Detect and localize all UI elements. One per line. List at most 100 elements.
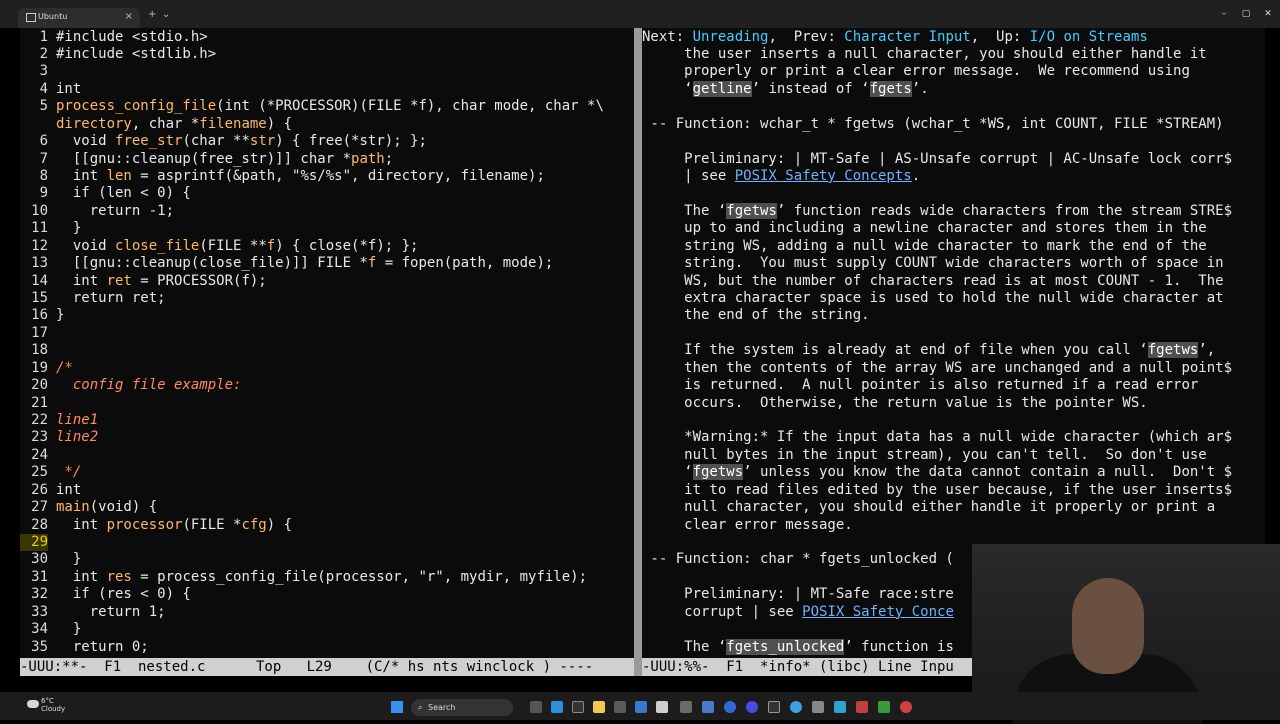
code-text: config file example:: [56, 377, 242, 394]
code-token: line1: [56, 411, 99, 428]
code-text: }: [56, 307, 64, 324]
code-token: directory: [56, 115, 132, 132]
code-token: if (len < 0) {: [56, 185, 191, 202]
app-icon-7[interactable]: [790, 701, 802, 713]
code-text: int len = asprintf(&path, "%s/%s", direc…: [56, 168, 545, 185]
line-number: 3: [39, 63, 48, 80]
info-text: ’.: [911, 80, 929, 97]
search-match: fgets: [869, 80, 912, 97]
code-text: */: [56, 464, 81, 481]
store-icon[interactable]: [635, 701, 647, 713]
info-text-line: up to and including a newline character …: [642, 220, 1207, 237]
code-text: int: [56, 81, 81, 98]
close-window-button[interactable]: ✕: [1259, 9, 1277, 19]
search-match: fgetws: [692, 464, 744, 481]
code-text: }: [56, 621, 81, 638]
info-link[interactable]: Character Input: [844, 29, 970, 45]
info-text-line: extra character space is used to hold th…: [642, 289, 1224, 307]
code-token: = asprintf(&path, "%s/%s", directory, fi…: [131, 167, 545, 184]
code-token: #include <stdio.h>: [56, 28, 208, 45]
editor-pane[interactable]: 1 #include <stdio.h> 2 #include <stdlib.h> 3…: [20, 28, 634, 658]
line-number: 14: [31, 272, 48, 289]
app-icon-11[interactable]: [900, 701, 912, 713]
code-text: line1: [56, 412, 98, 429]
code-token: int: [56, 272, 107, 289]
app-icon-5[interactable]: [746, 701, 758, 713]
line-number: 18: [31, 342, 48, 359]
info-text: ’ unless you know the data cannot contai…: [743, 464, 1233, 481]
info-text: *Warning:* If the input data has a null …: [642, 429, 1233, 446]
app-icon-4[interactable]: [724, 701, 736, 713]
line-number: 27: [31, 499, 48, 516]
active-terminal-icon[interactable]: [656, 701, 668, 713]
code-text: void close_file(FILE **f) { close(*f); }…: [56, 237, 419, 255]
edge-browser-icon[interactable]: [551, 701, 563, 713]
info-text-line: string. You must supply COUNT wide chara…: [642, 255, 1223, 272]
code-token: str: [249, 133, 276, 150]
info-text: extra character space is used to hold th…: [642, 289, 1224, 306]
code-text: return 1;: [56, 604, 166, 621]
code-token: line2: [56, 429, 99, 446]
code-token: ) { close(*f); };: [275, 237, 419, 254]
code-token: ) {: [266, 516, 293, 533]
app-icon[interactable]: [614, 701, 626, 713]
taskbar-search[interactable]: ⌕ Search: [411, 699, 513, 716]
info-text-line: ‘fgetws’ unless you know the data cannot…: [642, 464, 1232, 481]
code-token: processor: [106, 516, 183, 533]
tab-close-button[interactable]: ×: [125, 11, 133, 22]
info-text: ’ function reads wide characters from th…: [776, 202, 1233, 219]
new-tab-button[interactable]: +: [148, 9, 156, 20]
info-text-line: Preliminary: | MT-Safe race:stre: [642, 586, 954, 603]
code-token: filename: [199, 115, 267, 132]
info-link[interactable]: I/O on Streams: [1030, 29, 1148, 45]
code-token: f: [266, 237, 276, 254]
app-icon-9[interactable]: [856, 701, 868, 713]
search-placeholder: Search: [428, 703, 456, 712]
pane-divider[interactable]: [634, 28, 642, 676]
info-link[interactable]: Unreading: [693, 29, 769, 45]
task-view-icon[interactable]: [530, 701, 542, 713]
code-text: return ret;: [56, 290, 166, 307]
code-token: cfg: [241, 516, 267, 533]
info-link[interactable]: POSIX Safety Conce: [802, 604, 954, 620]
app-icon-8[interactable]: [834, 701, 846, 713]
info-text: corrupt | see: [642, 603, 803, 620]
code-token: int: [56, 568, 107, 585]
code-text: int ret = PROCESSOR(f);: [56, 273, 267, 290]
code-token: len: [106, 167, 132, 184]
maximize-button[interactable]: ▢: [1237, 9, 1255, 19]
tab-dropdown-button[interactable]: ⌄: [162, 9, 170, 20]
code-text: }: [56, 220, 81, 237]
search-icon: ⌕: [418, 703, 423, 712]
info-text: ‘: [642, 464, 693, 481]
tab-ubuntu[interactable]: Ubuntu ×: [18, 8, 140, 28]
settings-icon[interactable]: [812, 701, 824, 713]
windows-start-icon[interactable]: [391, 701, 403, 713]
info-text: clear error message.: [642, 516, 853, 533]
info-link[interactable]: POSIX Safety Concepts: [735, 168, 912, 184]
line-number: 5: [39, 98, 48, 115]
line-number: 35: [31, 638, 48, 655]
terminal-app-icon[interactable]: [572, 701, 584, 713]
info-text: then the contents of the array WS are un…: [642, 359, 1233, 376]
info-text-line: the user inserts a null character, you s…: [642, 46, 1207, 63]
info-text: occurs. Otherwise, the return value is t…: [642, 394, 1148, 411]
code-token: = process_config_file(processor, "r", my…: [131, 568, 588, 585]
line-number: 13: [31, 255, 48, 272]
code-text: void free_str(char **str) { free(*str); …: [56, 133, 427, 150]
minimize-button[interactable]: –: [1215, 9, 1233, 19]
app-icon-2[interactable]: [680, 701, 692, 713]
code-token: #include <stdlib.h>: [56, 45, 217, 62]
line-number: 21: [31, 394, 48, 411]
line-number: 33: [31, 603, 48, 620]
search-match: getline: [692, 80, 752, 97]
app-icon-10[interactable]: [878, 701, 890, 713]
app-icon-3[interactable]: [702, 701, 714, 713]
code-token: process_config_file: [56, 98, 217, 115]
info-text: Preliminary: | MT-Safe race:stre: [642, 586, 954, 603]
file-explorer-icon[interactable]: [593, 701, 605, 713]
info-text-line: *Warning:* If the input data has a null …: [642, 429, 1232, 446]
app-icon-6[interactable]: [768, 701, 780, 713]
cloud-icon: [27, 700, 39, 708]
code-token: }: [56, 551, 82, 568]
